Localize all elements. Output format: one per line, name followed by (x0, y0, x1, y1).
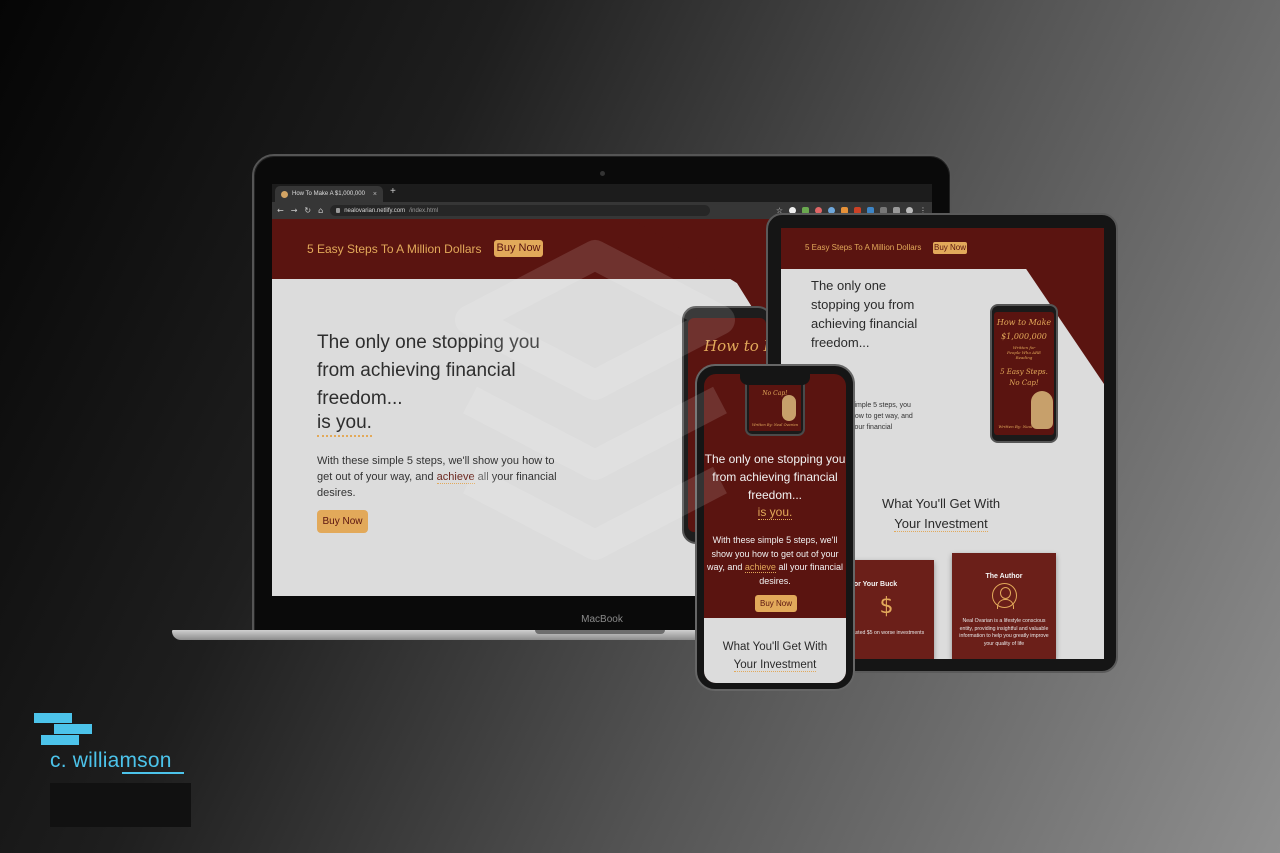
laptop-camera (600, 171, 605, 176)
phone-buy-now-button[interactable]: Buy Now (755, 595, 797, 612)
tab-favicon-icon (281, 190, 288, 198)
cover-line: No Cap! (1009, 379, 1039, 387)
cover-line: How to Make (996, 318, 1052, 327)
home-icon[interactable]: ⌂ (318, 206, 323, 215)
layers-watermark-icon (455, 240, 735, 560)
logo-underline (122, 772, 184, 774)
tablet-buy-now-button[interactable]: Buy Now (933, 242, 967, 254)
browser-tabstrip: How To Make A $1,000,000 × + (272, 184, 932, 202)
user-icon (992, 583, 1017, 609)
url-path: /index.html (409, 207, 439, 214)
tab-close-icon[interactable]: × (373, 191, 377, 198)
logo-subtitle-box (50, 783, 191, 827)
tablet-hero-heading: The only one stopping you from achieving… (811, 278, 918, 350)
hero-buy-now-button[interactable]: Buy Now (317, 510, 368, 533)
url-host: nealovarian.netlify.com (344, 207, 406, 214)
new-tab-icon[interactable]: + (390, 186, 396, 197)
card-title: The Author (985, 573, 1023, 580)
laptop-notch (535, 630, 665, 634)
phone-section-heading: What You'll Get With Your Investment (704, 638, 846, 674)
section-line: What You'll Get With (722, 641, 828, 653)
section-line: Your Investment (894, 516, 988, 532)
is-you-text: is you. (757, 505, 793, 520)
browser-tab[interactable]: How To Make A $1,000,000 × (275, 186, 383, 202)
cover-line: $1,000,000 (1001, 332, 1047, 341)
lock-icon (336, 208, 341, 213)
logo-bar-icon (41, 735, 79, 745)
address-bar[interactable]: nealovarian.netlify.com/index.html (330, 205, 711, 216)
author-portrait-image (782, 395, 796, 421)
logo-bar-icon (54, 724, 92, 734)
logo-bar-icon (34, 713, 72, 723)
cover-line: 5 Easy Steps. (1000, 368, 1048, 376)
tablet-section-heading: What You'll Get With Your Investment (851, 494, 1031, 534)
section-line: What You'll Get With (881, 496, 1001, 511)
hero-is-you: is you. (317, 412, 372, 437)
reload-icon[interactable]: ↻ (304, 206, 311, 215)
card-text: Neal Ovarian is a lifestyle conscious en… (959, 618, 1049, 647)
author-card: The Author Neal Ovarian is a lifestyle c… (952, 553, 1056, 659)
section-line: Your Investment (733, 659, 817, 672)
back-arrow-icon[interactable]: ← (277, 206, 284, 215)
logo-wordmark: c. williamson (50, 749, 172, 772)
forward-arrow-icon[interactable]: → (291, 206, 298, 215)
author-portrait-image (1031, 391, 1053, 429)
tablet-nav-title[interactable]: 5 Easy Steps To A Million Dollars (805, 243, 921, 252)
cover-line: Written for People Who ARE Reading (1007, 345, 1041, 360)
tab-title: How To Make A $1,000,000 (292, 191, 365, 197)
tablet-hero-text: simple 5 steps, you how to get way, and … (851, 402, 913, 431)
